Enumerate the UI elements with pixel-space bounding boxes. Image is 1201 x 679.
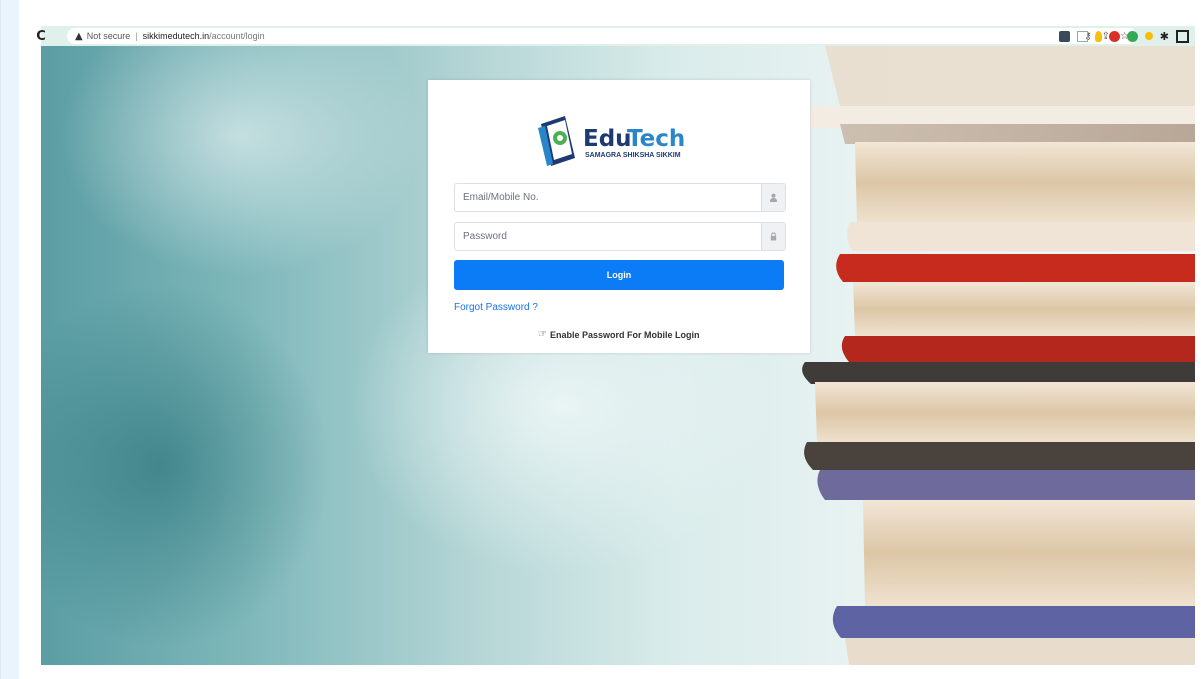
email-field-group: [454, 183, 786, 212]
email-input[interactable]: [455, 184, 755, 211]
enable-mobile-login-label[interactable]: Enable Password For Mobile Login: [550, 330, 700, 340]
browser-toolbar: C ▲ Not secure | sikkimedutech.in/accoun…: [36, 26, 1195, 46]
url-host[interactable]: sikkimedutech.in: [143, 31, 210, 41]
enable-mobile-login-link[interactable]: ☞ Enable Password For Mobile Login: [538, 329, 699, 340]
brand-subtitle-text: SAMAGRA SHIKSHA SIKKIM: [585, 152, 681, 159]
warning-icon: ▲: [75, 30, 83, 42]
extension-bulb-icon[interactable]: [1094, 30, 1102, 42]
edutech-logo: Edu Tech SAMAGRA SHIKSHA SIKKIM: [538, 116, 685, 166]
browser-window: C ▲ Not secure | sikkimedutech.in/accoun…: [0, 0, 1201, 679]
brand-edu-text: Edu: [583, 126, 632, 152]
lock-icon: [761, 223, 785, 250]
tablet-logo-icon: [538, 116, 575, 166]
address-bar[interactable]: ▲ Not secure | sikkimedutech.in/account/…: [67, 28, 1137, 44]
extensions-bar: ✱: [1058, 28, 1189, 44]
password-field-group: [454, 222, 786, 251]
extension-reader-icon[interactable]: [1076, 30, 1088, 42]
extension-square-icon[interactable]: [1058, 30, 1070, 42]
address-separator: |: [135, 31, 138, 41]
extension-sun-icon[interactable]: [1144, 32, 1153, 40]
extensions-puzzle-icon[interactable]: ✱: [1160, 30, 1169, 43]
forgot-password-link[interactable]: Forgot Password ?: [454, 302, 538, 313]
login-card: Edu Tech SAMAGRA SHIKSHA SIKKIM Login Fo…: [428, 80, 810, 353]
hand-pointer-icon: ☞: [538, 329, 547, 340]
books-background-image: [798, 46, 1195, 665]
extension-green-icon[interactable]: [1126, 30, 1138, 42]
side-panel-icon[interactable]: [1176, 29, 1189, 43]
reload-icon[interactable]: C: [33, 28, 49, 44]
user-icon: [761, 184, 785, 211]
login-button[interactable]: Login: [454, 260, 784, 290]
security-status[interactable]: Not secure: [87, 31, 131, 41]
page-margin: [1, 0, 19, 679]
login-page-background: Edu Tech SAMAGRA SHIKSHA SIKKIM Login Fo…: [41, 46, 1195, 665]
brand-tech-text: Tech: [627, 126, 685, 152]
password-input[interactable]: [455, 223, 755, 250]
url-path[interactable]: /account/login: [209, 31, 265, 41]
extension-red-icon[interactable]: [1108, 30, 1120, 42]
